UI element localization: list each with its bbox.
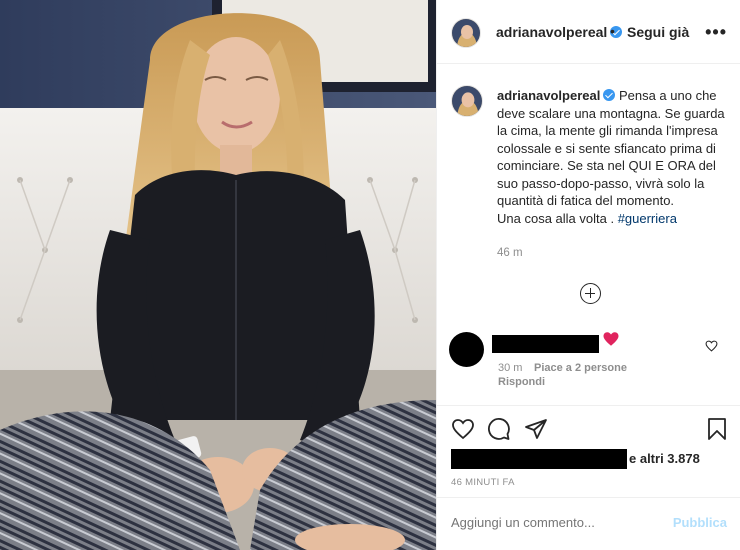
verified-badge-icon [603, 89, 616, 101]
caption-line-2: Una cosa alla volta . #guerriera [497, 210, 729, 228]
caption-body: Pensa a uno che deve scalare una montagn… [497, 88, 725, 208]
comment-timestamp: 30 m [498, 362, 523, 374]
more-options-icon[interactable]: ••• [705, 22, 727, 43]
caption-body-2: Una cosa alla volta . [497, 210, 618, 226]
post-sidebar: adrianavolpereal • Segui già ••• adriana… [436, 0, 740, 550]
redacted-likers [451, 449, 627, 469]
separator-dot: • [610, 23, 615, 39]
post-header: adrianavolpereal • Segui già ••• [437, 0, 740, 64]
paper-plane-icon[interactable] [524, 417, 548, 441]
comment-bubble-icon[interactable] [487, 417, 511, 441]
caption-username[interactable]: adrianavolpereal [497, 88, 600, 103]
likes-count[interactable]: e altri 3.878 [629, 451, 700, 466]
username-link[interactable]: adrianavolpereal [496, 24, 623, 40]
redacted-comment-text [492, 335, 599, 353]
add-comment-bar: Pubblica [437, 497, 740, 550]
post-timestamp[interactable]: 46 MINUTI FA [451, 477, 515, 488]
username-text: adrianavolpereal [496, 24, 608, 40]
caption-timestamp: 46 m [497, 247, 523, 259]
comment-likes[interactable]: Piace a 2 persone [534, 362, 627, 374]
reply-button[interactable]: Rispondi [498, 376, 545, 388]
heart-outline-icon[interactable] [451, 417, 475, 441]
publish-button[interactable]: Pubblica [673, 515, 727, 530]
following-button[interactable]: Segui già [627, 24, 689, 40]
caption-avatar[interactable] [451, 85, 483, 117]
bookmark-icon[interactable] [705, 417, 729, 441]
red-heart-emoji-icon [603, 332, 619, 346]
comment-avatar[interactable] [449, 332, 484, 367]
post-photo[interactable] [0, 0, 436, 550]
hashtag-link[interactable]: #guerriera [618, 211, 677, 226]
post-image [0, 0, 436, 550]
plus-circle-icon[interactable] [580, 283, 601, 304]
comment-input[interactable] [451, 515, 651, 530]
caption-text: adrianavolpereal Pensa a uno che deve sc… [497, 87, 729, 227]
avatar[interactable] [451, 18, 481, 48]
comment-like-heart-icon[interactable] [705, 340, 718, 352]
